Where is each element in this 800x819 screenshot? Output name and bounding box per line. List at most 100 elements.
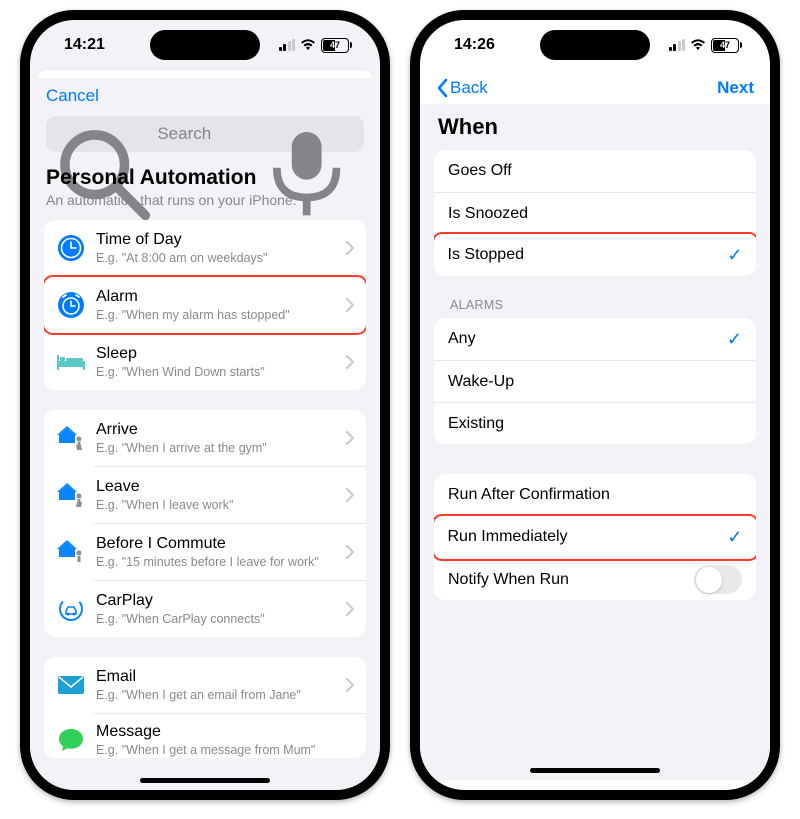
trigger-carplay[interactable]: CarPlayE.g. "When CarPlay connects" xyxy=(44,581,366,637)
row-sub: E.g. "When I get a message from Mum" xyxy=(96,742,354,758)
option-label: Existing xyxy=(448,415,504,433)
status-indicators: 47 xyxy=(669,38,743,53)
sheet: Cancel Search Personal Automation An aut… xyxy=(30,78,380,790)
trigger-group-location: ArriveE.g. "When I arrive at the gym" Le… xyxy=(44,410,366,637)
row-title: Email xyxy=(96,667,346,686)
row-title: Message xyxy=(96,722,354,741)
status-time: 14:21 xyxy=(64,36,105,54)
row-sub: E.g. "When I arrive at the gym" xyxy=(96,440,346,456)
option-label: Is Stopped xyxy=(448,246,525,264)
highlight-alarm: AlarmE.g. "When my alarm has stopped" xyxy=(44,275,366,335)
message-icon xyxy=(56,725,86,755)
phone-left: 14:21 47 Cancel Search xyxy=(20,10,390,800)
row-title: Alarm xyxy=(96,287,346,306)
chevron-right-icon xyxy=(346,602,354,616)
row-title: CarPlay xyxy=(96,591,346,610)
checkmark-icon: ✓ xyxy=(727,245,742,266)
row-sub: E.g. "When Wind Down starts" xyxy=(96,364,346,380)
run-after-confirmation[interactable]: Run After Confirmation xyxy=(434,474,756,516)
wifi-icon xyxy=(690,39,706,51)
cellular-icon xyxy=(279,39,296,51)
chevron-right-icon xyxy=(346,241,354,255)
trigger-leave[interactable]: LeaveE.g. "When I leave work" xyxy=(44,467,366,523)
chevron-right-icon xyxy=(346,431,354,445)
option-label: Any xyxy=(448,330,476,348)
chevron-right-icon xyxy=(346,298,354,312)
battery-icon: 47 xyxy=(321,38,352,53)
alarms-section-label: ALARMS xyxy=(420,298,770,318)
row-title: Arrive xyxy=(96,420,346,439)
option-label: Run After Confirmation xyxy=(448,486,610,504)
cellular-icon xyxy=(669,39,686,51)
phone-right: 14:26 47 Back Next When Goes Off xyxy=(410,10,780,800)
toggle-knob xyxy=(696,567,722,593)
home-indicator[interactable] xyxy=(530,768,660,773)
status-indicators: 47 xyxy=(279,38,353,53)
row-sub: E.g. "15 minutes before I leave for work… xyxy=(96,554,346,570)
back-label: Back xyxy=(450,78,488,98)
mic-icon[interactable] xyxy=(259,126,354,142)
trigger-alarm[interactable]: AlarmE.g. "When my alarm has stopped" xyxy=(44,277,366,333)
trigger-group-comm: EmailE.g. "When I get an email from Jane… xyxy=(44,657,366,758)
row-sub: E.g. "When my alarm has stopped" xyxy=(96,307,346,323)
nav-bar: Cancel xyxy=(30,78,380,112)
option-label: Wake-Up xyxy=(448,373,514,391)
alarm-icon xyxy=(56,290,86,320)
trigger-group-time: Time of DayE.g. "At 8:00 am on weekdays"… xyxy=(44,220,366,390)
option-label: Is Snoozed xyxy=(448,205,528,223)
option-label: Notify When Run xyxy=(448,571,569,589)
search-icon xyxy=(56,126,151,142)
trigger-sleep[interactable]: SleepE.g. "When Wind Down starts" xyxy=(44,334,366,390)
checkmark-icon: ✓ xyxy=(727,329,742,350)
dynamic-island xyxy=(540,30,650,60)
house-leave-icon xyxy=(56,480,86,510)
content: When Goes Off Is Snoozed Is Stopped ✓ ALA… xyxy=(420,104,770,780)
trigger-email[interactable]: EmailE.g. "When I get an email from Jane… xyxy=(44,657,366,713)
when-is-stopped[interactable]: Is Stopped ✓ xyxy=(434,232,756,277)
row-title: Before I Commute xyxy=(96,534,346,553)
back-button[interactable]: Back xyxy=(436,78,488,98)
when-goes-off[interactable]: Goes Off xyxy=(434,150,756,192)
trigger-arrive[interactable]: ArriveE.g. "When I arrive at the gym" xyxy=(44,410,366,466)
alarm-existing[interactable]: Existing xyxy=(434,402,756,444)
cancel-button[interactable]: Cancel xyxy=(46,86,99,106)
run-group: Run After Confirmation Run Immediately✓ … xyxy=(434,474,756,600)
toggle-switch[interactable] xyxy=(694,565,742,594)
battery-icon: 47 xyxy=(711,38,742,53)
notify-when-run[interactable]: Notify When Run xyxy=(434,558,756,600)
search-placeholder: Search xyxy=(157,124,252,144)
house-arrive-icon xyxy=(56,423,86,453)
sheet-background-peek xyxy=(38,70,372,78)
run-immediately[interactable]: Run Immediately ✓ xyxy=(434,514,756,561)
row-sub: E.g. "At 8:00 am on weekdays" xyxy=(96,250,346,266)
page-title: When xyxy=(420,104,770,150)
alarm-wakeup[interactable]: Wake-Up xyxy=(434,360,756,402)
chevron-left-icon xyxy=(436,78,448,98)
trigger-before-commute[interactable]: Before I CommuteE.g. "15 minutes before … xyxy=(44,524,366,580)
chevron-right-icon xyxy=(346,545,354,559)
next-button[interactable]: Next xyxy=(717,78,754,98)
when-is-snoozed[interactable]: Is Snoozed xyxy=(434,192,756,234)
status-time: 14:26 xyxy=(454,36,495,54)
house-commute-icon xyxy=(56,537,86,567)
home-indicator[interactable] xyxy=(140,778,270,783)
dynamic-island xyxy=(150,30,260,60)
option-label: Goes Off xyxy=(448,162,512,180)
trigger-time-of-day[interactable]: Time of DayE.g. "At 8:00 am on weekdays" xyxy=(44,220,366,276)
screen-left: 14:21 47 Cancel Search xyxy=(30,20,380,790)
option-label: Run Immediately xyxy=(448,528,568,546)
chevron-right-icon xyxy=(346,488,354,502)
chevron-right-icon xyxy=(346,355,354,369)
when-group: Goes Off Is Snoozed Is Stopped ✓ xyxy=(434,150,756,276)
search-field[interactable]: Search xyxy=(46,116,364,152)
trigger-message[interactable]: MessageE.g. "When I get a message from M… xyxy=(44,714,366,758)
carplay-icon xyxy=(56,594,86,624)
nav-bar: Back Next xyxy=(420,70,770,104)
alarm-any[interactable]: Any ✓ xyxy=(434,318,756,360)
wifi-icon xyxy=(300,39,316,51)
email-icon xyxy=(56,670,86,700)
row-sub: E.g. "When I get an email from Jane" xyxy=(96,687,346,703)
checkmark-icon: ✓ xyxy=(727,527,742,548)
row-title: Time of Day xyxy=(96,230,346,249)
screen-right: 14:26 47 Back Next When Goes Off xyxy=(420,20,770,790)
